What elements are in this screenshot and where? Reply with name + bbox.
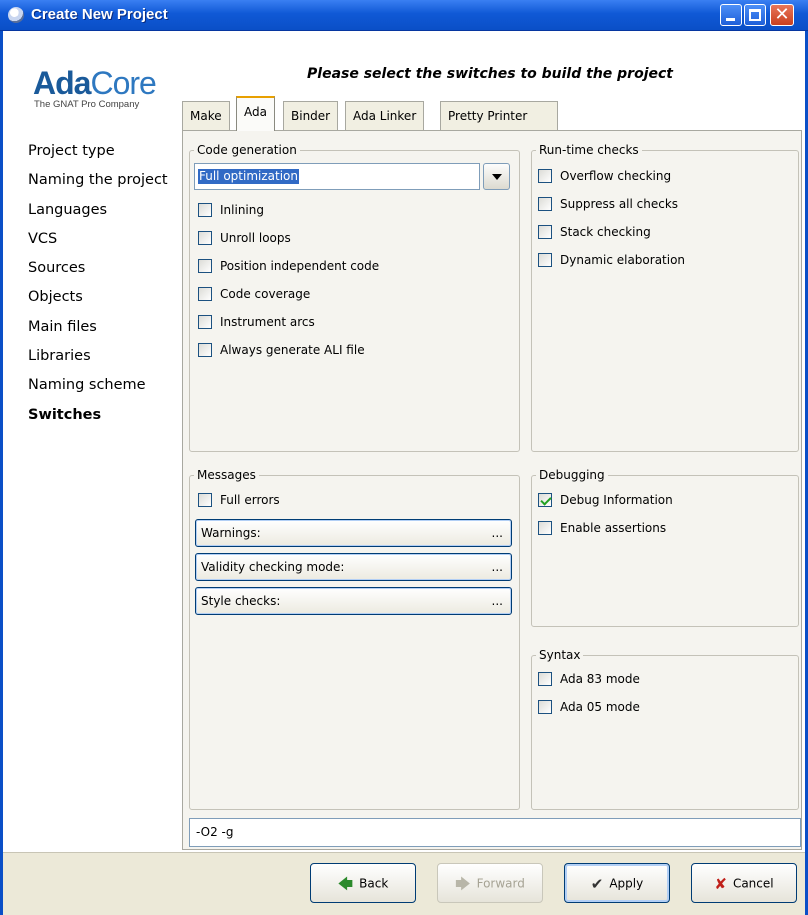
back-label: Back	[359, 876, 389, 891]
ellipsis-icon: ...	[491, 594, 503, 608]
dynamic-elaboration-checkbox[interactable]	[538, 253, 552, 267]
sidebar-item-libraries[interactable]: Libraries	[28, 345, 178, 374]
apply-label: Apply	[609, 876, 644, 891]
full-errors-label: Full errors	[220, 493, 280, 507]
code-coverage-checkbox[interactable]	[198, 287, 212, 301]
close-icon: ✕	[774, 4, 790, 25]
back-button[interactable]: 🡄 Back	[310, 863, 416, 903]
always-generate-ali-file-checkbox[interactable]	[198, 343, 212, 357]
debugging-title: Debugging	[536, 468, 608, 482]
forward-label: Forward	[476, 876, 525, 891]
ada-05-mode-checkbox[interactable]	[538, 700, 552, 714]
always-generate-ali-file-label: Always generate ALI file	[220, 343, 365, 357]
sidebar-item-naming-scheme[interactable]: Naming scheme	[28, 374, 178, 403]
arrow-right-icon: 🡆	[455, 874, 471, 893]
forward-button: 🡆 Forward	[437, 863, 543, 903]
syntax-title: Syntax	[536, 648, 584, 662]
code-coverage-label: Code coverage	[220, 287, 311, 301]
arrow-left-icon: 🡄	[337, 874, 354, 893]
maximize-button[interactable]	[744, 4, 766, 26]
style-checks-label: Style checks:	[201, 594, 281, 608]
page-heading: Please select the switches to build the …	[307, 66, 673, 82]
gnat-icon[interactable]	[8, 7, 24, 23]
logo-name-b: Core	[90, 65, 156, 101]
sidebar-item-main-files[interactable]: Main files	[28, 316, 178, 345]
window-title: Create New Project	[31, 6, 168, 23]
tab-pretty-printer[interactable]: Pretty Printer	[440, 101, 558, 130]
enable-assertions-label: Enable assertions	[560, 521, 667, 535]
debug-information-checkbox[interactable]	[538, 493, 552, 507]
stack-checking-checkbox[interactable]	[538, 225, 552, 239]
instrument-arcs-label: Instrument arcs	[220, 315, 315, 329]
cross-icon: ✘	[714, 874, 727, 893]
sidebar-item-switches[interactable]: Switches	[28, 404, 178, 433]
full-errors-checkbox[interactable]	[198, 493, 212, 507]
validity-checking-mode-label: Validity checking mode:	[201, 560, 345, 574]
debug-information-label: Debug Information	[560, 493, 673, 507]
enable-assertions-checkbox[interactable]	[538, 521, 552, 535]
ada-83-mode-checkbox[interactable]	[538, 672, 552, 686]
ada-83-mode-label: Ada 83 mode	[560, 672, 640, 686]
overflow-checking-checkbox[interactable]	[538, 169, 552, 183]
inlining-checkbox[interactable]	[198, 203, 212, 217]
overflow-checking-label: Overflow checking	[560, 169, 672, 183]
sidebar-item-vcs[interactable]: VCS	[28, 228, 178, 257]
tab-ada[interactable]: Ada	[236, 96, 275, 131]
adacore-logo: AdaCore	[33, 65, 157, 101]
runtime-checks-group	[531, 150, 799, 452]
style-checks-button[interactable]: Style checks: ...	[195, 587, 512, 615]
suppress-all-checks-checkbox[interactable]	[538, 197, 552, 211]
optimization-selected-value: Full optimization	[198, 169, 299, 184]
sidebar-item-sources[interactable]: Sources	[28, 257, 178, 286]
warnings-label: Warnings:	[201, 526, 261, 540]
unroll-loops-checkbox[interactable]	[198, 231, 212, 245]
ada-05-mode-label: Ada 05 mode	[560, 700, 640, 714]
checkmark-icon: ✔	[590, 874, 604, 893]
sidebar-item-naming-the-project[interactable]: Naming the project	[28, 169, 178, 198]
position-independent-code-checkbox[interactable]	[198, 259, 212, 273]
tab-make[interactable]: Make	[182, 101, 230, 130]
cancel-button[interactable]: ✘ Cancel	[691, 863, 797, 903]
code-generation-title: Code generation	[194, 143, 300, 157]
tab-ada-linker[interactable]: Ada Linker	[345, 101, 425, 130]
switches-command-line[interactable]: -O2 -g	[189, 818, 801, 847]
title-bar[interactable]: Create New Project ✕	[0, 0, 808, 31]
wizard-sidebar: Project type Naming the project Language…	[28, 140, 178, 433]
validity-checking-mode-button[interactable]: Validity checking mode: ...	[195, 553, 512, 581]
logo-name-a: Ada	[33, 65, 91, 101]
maximize-icon	[749, 9, 761, 21]
close-button[interactable]: ✕	[770, 4, 794, 26]
optimization-dropdown-button[interactable]	[483, 163, 510, 190]
apply-button[interactable]: ✔ Apply	[564, 863, 670, 903]
position-independent-code-label: Position independent code	[220, 259, 380, 273]
code-generation-group	[189, 150, 520, 452]
chevron-down-icon	[492, 174, 502, 180]
dynamic-elaboration-label: Dynamic elaboration	[560, 253, 686, 267]
tab-binder[interactable]: Binder	[283, 101, 339, 130]
sidebar-item-project-type[interactable]: Project type	[28, 140, 178, 169]
runtime-checks-title: Run-time checks	[536, 143, 642, 157]
instrument-arcs-checkbox[interactable]	[198, 315, 212, 329]
optimization-select[interactable]: Full optimization	[194, 163, 480, 190]
unroll-loops-label: Unroll loops	[220, 231, 291, 245]
sidebar-item-languages[interactable]: Languages	[28, 199, 178, 228]
cancel-label: Cancel	[732, 876, 774, 891]
minimize-button[interactable]	[720, 4, 742, 26]
ellipsis-icon: ...	[491, 526, 503, 540]
inlining-label: Inlining	[220, 203, 264, 217]
logo-tagline: The GNAT Pro Company	[34, 99, 140, 110]
suppress-all-checks-label: Suppress all checks	[560, 197, 679, 211]
ellipsis-icon: ...	[491, 560, 503, 574]
stack-checking-label: Stack checking	[560, 225, 651, 239]
warnings-button[interactable]: Warnings: ...	[195, 519, 512, 547]
messages-title: Messages	[194, 468, 259, 482]
minimize-icon	[726, 18, 735, 21]
sidebar-item-objects[interactable]: Objects	[28, 286, 178, 315]
